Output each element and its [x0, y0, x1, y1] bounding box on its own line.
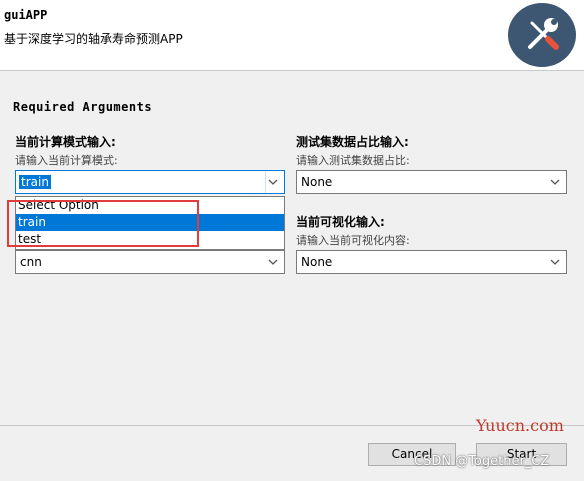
highlight-box	[7, 200, 199, 247]
ratio-hint: 请输入测试集数据占比:	[296, 154, 410, 167]
visual-label: 当前可视化输入:	[296, 215, 385, 229]
model-select-value: cnn	[20, 255, 42, 269]
tools-icon	[508, 3, 576, 67]
header: guiAPP 基于深度学习的轴承寿命预测APP	[0, 0, 584, 70]
mode-select[interactable]: train	[15, 170, 285, 194]
header-divider	[0, 70, 584, 71]
visual-select-value: None	[301, 255, 333, 269]
watermark-site: Yuucn.com	[476, 416, 564, 435]
chevron-down-icon	[268, 259, 278, 265]
visual-hint: 请输入当前可视化内容:	[296, 234, 410, 247]
app-subtitle: 基于深度学习的轴承寿命预测APP	[4, 32, 183, 46]
model-select[interactable]: cnn	[15, 250, 285, 274]
mode-hint: 请输入当前计算模式:	[15, 154, 118, 167]
chevron-down-icon	[268, 179, 278, 185]
ratio-select-value: None	[301, 175, 333, 189]
ratio-select[interactable]: None	[296, 170, 567, 194]
app-title: guiAPP	[4, 8, 48, 22]
chevron-down-icon	[550, 259, 560, 265]
mode-label: 当前计算模式输入:	[15, 135, 116, 149]
ratio-label: 测试集数据占比输入:	[296, 135, 409, 149]
section-title: Required Arguments	[13, 100, 153, 114]
mode-select-value: train	[19, 175, 51, 189]
chevron-down-icon	[550, 179, 560, 185]
visual-select[interactable]: None	[296, 250, 567, 274]
watermark-credit: CSDN @Together_CZ	[414, 454, 550, 469]
